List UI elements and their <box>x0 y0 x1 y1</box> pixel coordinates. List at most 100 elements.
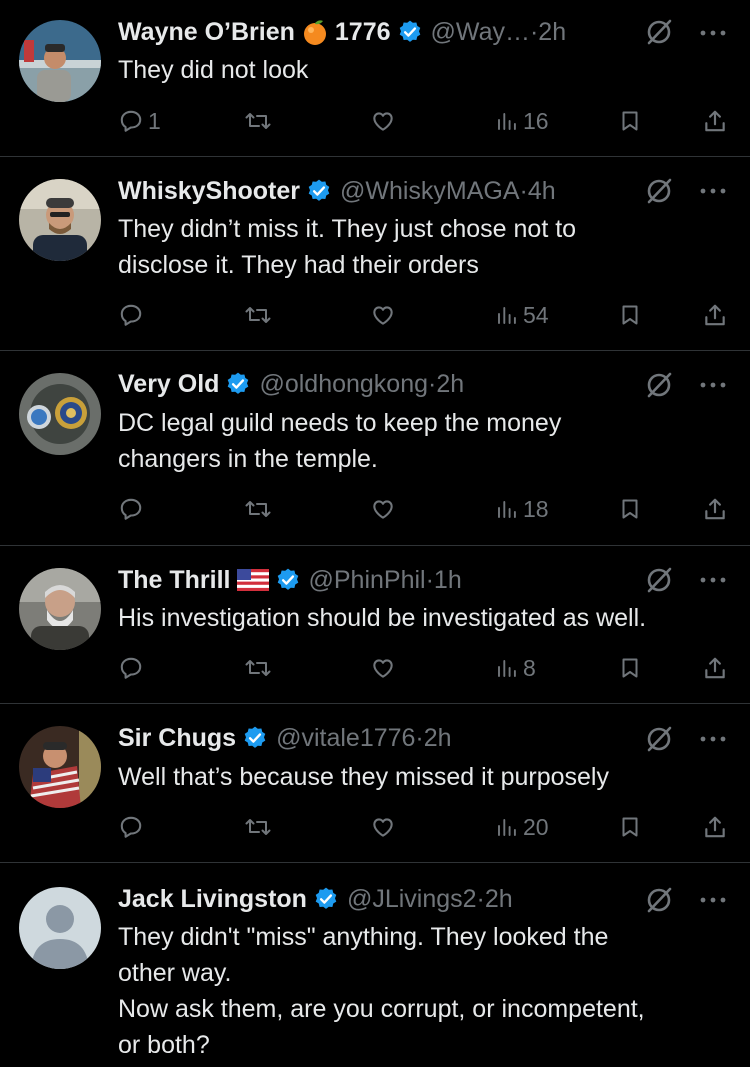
reply-button[interactable] <box>118 651 148 685</box>
handle-and-time[interactable]: @vitale1776·2h <box>276 724 452 753</box>
share-button[interactable] <box>702 810 728 844</box>
reply-button[interactable] <box>118 810 148 844</box>
repost-icon <box>245 660 271 676</box>
repost-button[interactable] <box>244 651 276 685</box>
handle-and-time[interactable]: @JLivings2·2h <box>347 885 513 914</box>
display-name[interactable]: Jack Livingston <box>118 885 307 914</box>
avatar[interactable] <box>19 373 101 455</box>
handle-and-time[interactable]: @Way…·2h <box>431 18 567 47</box>
grok-icon[interactable] <box>644 724 674 754</box>
tweet[interactable]: Wayne O’Brien 1776 @Way…·2h They did not… <box>0 0 750 157</box>
reply-icon <box>120 110 142 132</box>
bookmark-button[interactable] <box>618 104 642 138</box>
tweet[interactable]: The Thrill @PhinPhil·1h His investigatio… <box>0 546 750 704</box>
like-button[interactable] <box>370 651 400 685</box>
bookmark-icon <box>622 305 638 325</box>
display-name[interactable]: The Thrill <box>118 566 231 595</box>
bookmark-button[interactable] <box>618 492 642 526</box>
views-icon <box>498 307 516 324</box>
like-button[interactable] <box>370 810 400 844</box>
views-button[interactable]: 20 <box>495 810 549 844</box>
share-button[interactable] <box>702 651 728 685</box>
tweet-text: DC legal guild needs to keep the money c… <box>118 405 732 477</box>
more-options-icon[interactable] <box>698 184 728 198</box>
repost-icon <box>245 307 271 323</box>
avatar[interactable] <box>19 887 101 969</box>
heart-icon <box>373 659 393 678</box>
avatar[interactable] <box>19 568 101 650</box>
like-button[interactable] <box>370 104 400 138</box>
more-options-icon[interactable] <box>698 26 728 40</box>
views-button[interactable]: 54 <box>495 298 549 332</box>
avatar[interactable] <box>19 179 101 261</box>
bookmark-button[interactable] <box>618 651 642 685</box>
verified-badge-icon <box>275 567 301 593</box>
repost-button[interactable] <box>244 810 276 844</box>
grok-icon[interactable] <box>644 17 674 47</box>
repost-button[interactable] <box>244 492 276 526</box>
reply-button[interactable]: 1 <box>118 104 161 138</box>
avatar[interactable] <box>19 20 101 102</box>
heart-icon <box>373 112 393 131</box>
display-name[interactable]: WhiskyShooter <box>118 177 300 206</box>
tweet[interactable]: Very Old @oldhongkong·2h DC legal guild … <box>0 351 750 546</box>
heart-icon <box>373 818 393 837</box>
like-button[interactable] <box>370 298 400 332</box>
more-options-icon[interactable] <box>698 378 728 392</box>
display-name[interactable]: Very Old <box>118 370 219 399</box>
display-name[interactable]: Sir Chugs <box>118 724 236 753</box>
tweet[interactable]: Jack Livingston @JLivings2·2h They didn'… <box>0 863 750 1067</box>
handle-and-time[interactable]: @WhiskyMAGA·4h <box>340 177 556 206</box>
reply-button[interactable] <box>118 298 148 332</box>
verified-badge-icon <box>225 371 251 397</box>
handle-and-time[interactable]: @PhinPhil·1h <box>309 566 462 595</box>
handle-and-time[interactable]: @oldhongkong·2h <box>259 370 464 399</box>
tweet-actions: 8 <box>118 651 730 685</box>
tweet-text: They didn’t miss it. They just chose not… <box>118 211 732 283</box>
display-name[interactable]: Wayne O’Brien <box>118 18 295 47</box>
more-options-icon[interactable] <box>698 573 728 587</box>
repost-button[interactable] <box>244 104 276 138</box>
share-icon <box>705 110 725 132</box>
more-options-icon[interactable] <box>698 893 728 907</box>
bookmark-icon <box>622 111 638 131</box>
bookmark-button[interactable] <box>618 298 642 332</box>
repost-button[interactable] <box>244 298 276 332</box>
reply-icon <box>120 657 142 679</box>
tweet-actions: 18 <box>118 492 730 526</box>
share-button[interactable] <box>702 104 728 138</box>
tweet-text-line: or both? <box>118 1031 210 1059</box>
views-button[interactable]: 8 <box>495 651 536 685</box>
tweet-text-line: Now ask them, are you corrupt, or incomp… <box>118 995 645 1023</box>
avatar[interactable] <box>19 726 101 808</box>
views-button[interactable]: 18 <box>495 492 549 526</box>
tweet-text: His investigation should be investigated… <box>118 600 732 636</box>
orange-emoji <box>301 18 329 46</box>
bookmark-icon <box>622 658 638 678</box>
display-name-suffix: 1776 <box>334 17 391 46</box>
tweet-text-line: They did not look <box>118 56 309 84</box>
us-flag-emoji <box>236 569 269 591</box>
views-button[interactable]: 16 <box>495 104 549 138</box>
grok-icon[interactable] <box>644 370 674 400</box>
tweet-text-line: They didn't "miss" anything. They looked… <box>118 923 609 951</box>
grok-icon[interactable] <box>644 176 674 206</box>
tweet[interactable]: Sir Chugs @vitale1776·2h Well that’s bec… <box>0 704 750 863</box>
reply-icon <box>120 498 142 520</box>
tweet[interactable]: WhiskyShooter @WhiskyMAGA·4h They didn’t… <box>0 157 750 351</box>
tweet-actions: 20 <box>118 810 730 844</box>
grok-icon[interactable] <box>644 565 674 595</box>
grok-icon[interactable] <box>644 885 674 915</box>
like-button[interactable] <box>370 492 400 526</box>
more-options-icon[interactable] <box>698 732 728 746</box>
bookmark-icon <box>622 817 638 837</box>
views-count: 8 <box>523 654 536 681</box>
share-button[interactable] <box>702 298 728 332</box>
reply-button[interactable] <box>118 492 148 526</box>
share-button[interactable] <box>702 492 728 526</box>
verified-badge-icon <box>242 725 268 751</box>
bookmark-button[interactable] <box>618 810 642 844</box>
share-icon <box>705 657 725 679</box>
tweet-text-line: changers in the temple. <box>118 445 378 473</box>
tweet-text-line: His investigation should be investigated… <box>118 604 647 632</box>
